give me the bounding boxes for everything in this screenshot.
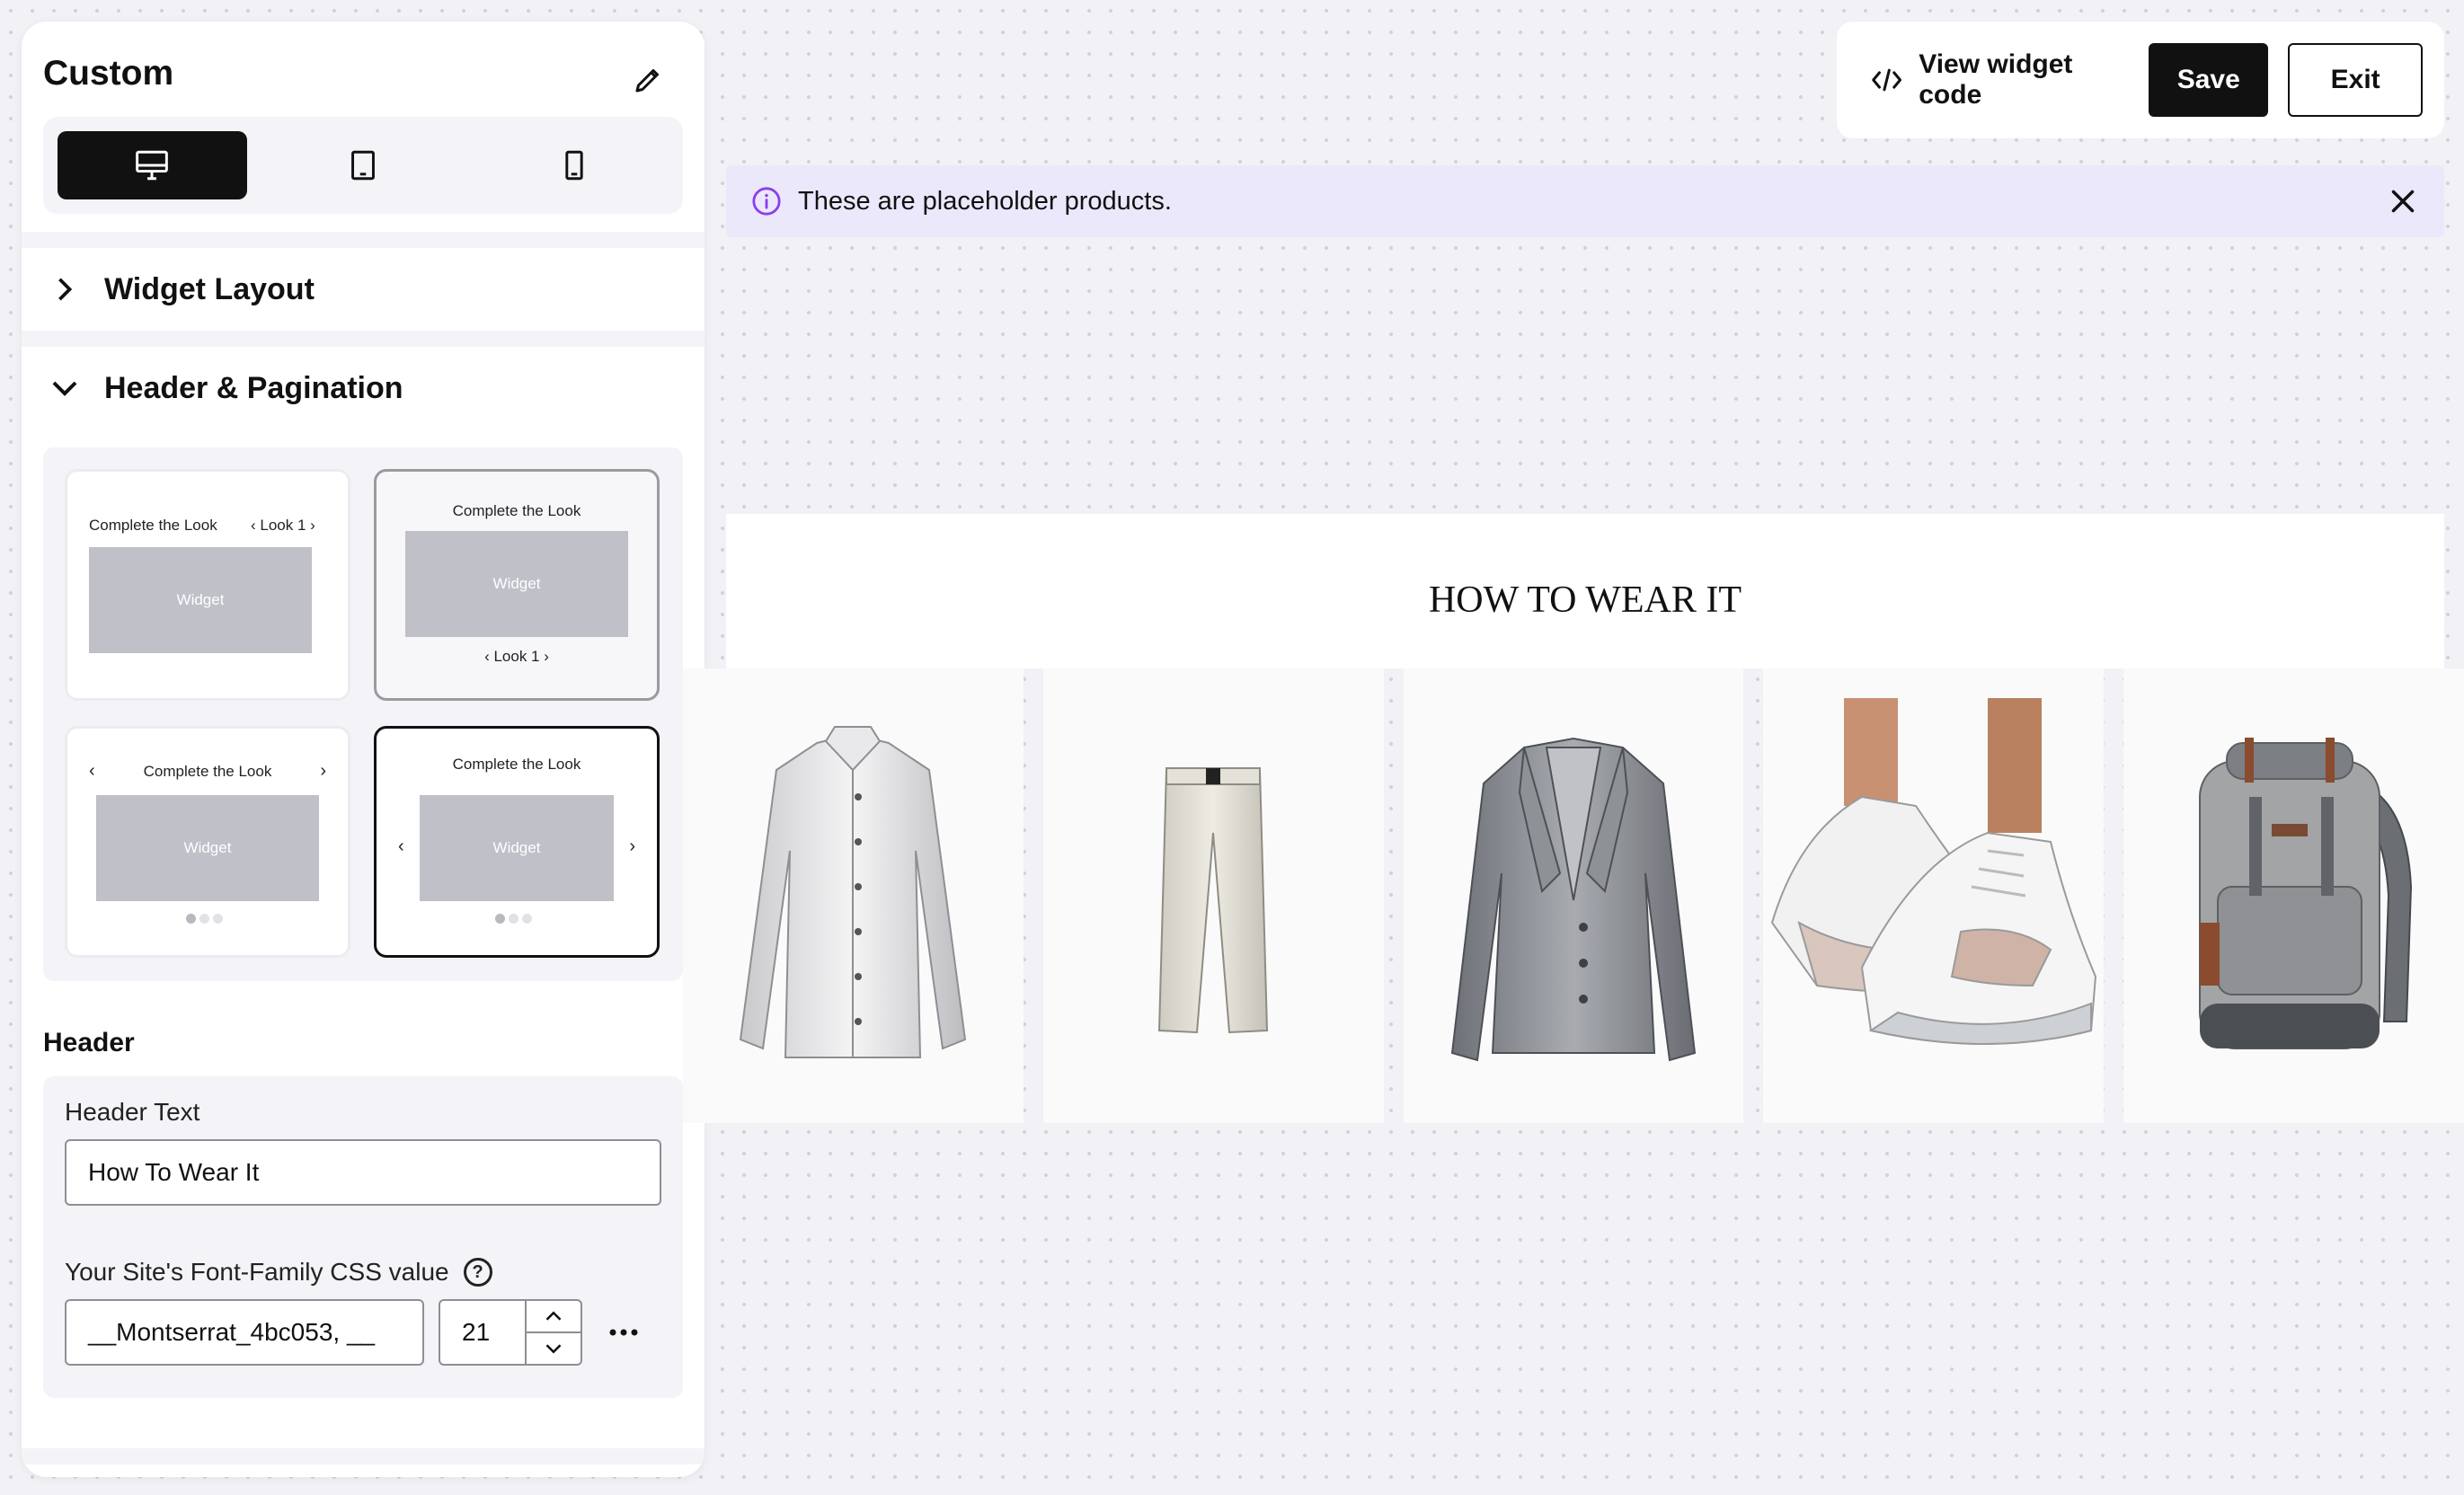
info-icon	[752, 187, 781, 216]
font-size-stepper: 21	[439, 1299, 582, 1366]
product-card-trousers[interactable]	[1042, 668, 1384, 1123]
banner-message: These are placeholder products.	[798, 186, 1172, 216]
divider	[22, 331, 705, 347]
sidebar-title: Custom	[43, 54, 174, 93]
more-icon	[609, 1329, 638, 1336]
layout-option-widget: Widget	[89, 547, 312, 653]
increment-button[interactable]	[527, 1301, 581, 1333]
chevron-down-icon	[545, 1344, 562, 1354]
pencil-icon	[635, 69, 659, 93]
top-actions: View widget code Save Exit	[1837, 22, 2444, 138]
product-card-sneakers[interactable]	[1763, 668, 2105, 1123]
section-title-header-pagination: Header & Pagination	[104, 370, 403, 405]
shirt-image	[740, 726, 967, 1058]
device-toggle	[43, 117, 683, 214]
layout-option-widget: Widget	[420, 795, 614, 901]
layout-option-pagination: ‹ Look 1 ›	[484, 648, 549, 665]
help-icon[interactable]: ?	[463, 1258, 492, 1287]
chevron-right-icon: ›	[320, 761, 326, 781]
divider	[22, 232, 705, 248]
product-card-jacket[interactable]	[1403, 668, 1744, 1123]
trousers-image	[1158, 767, 1269, 1034]
layout-option-widget: Widget	[405, 531, 628, 637]
section-widget-layout[interactable]: Widget Layout	[22, 248, 705, 331]
close-icon	[2391, 190, 2415, 213]
code-icon	[1872, 68, 1902, 92]
widget-preview-products	[683, 668, 2464, 1123]
banner-close-button[interactable]	[2385, 183, 2421, 219]
layout-option-title-center-pagination-bottom[interactable]: Complete the Look Widget ‹ Look 1 ›	[374, 469, 660, 701]
layout-option-widget: Widget	[96, 795, 319, 901]
product-card-shirt[interactable]	[683, 668, 1024, 1123]
view-widget-code-label: View widget code	[1919, 49, 2073, 110]
pagination-label: Look 1	[260, 517, 306, 534]
pagination-dots	[186, 914, 223, 924]
header-layout-options: Complete the Look ‹ Look 1 › Widget Comp…	[43, 447, 683, 981]
header-text-label: Header Text	[65, 1098, 661, 1127]
mobile-icon	[565, 150, 583, 181]
chevron-up-icon	[545, 1311, 562, 1321]
device-tablet-button[interactable]	[269, 131, 458, 199]
layout-option-side-arrows-dots[interactable]: Complete the Look ‹ Widget ›	[374, 726, 660, 958]
pagination-dots	[495, 914, 532, 924]
view-widget-code-button[interactable]: View widget code	[1858, 43, 2129, 117]
sneakers-image	[1771, 698, 2097, 1045]
header-text-input[interactable]: How To Wear It	[65, 1139, 661, 1206]
placeholder-banner: These are placeholder products.	[726, 165, 2444, 237]
save-button[interactable]: Save	[2149, 43, 2269, 117]
layout-option-title-top-pagination-right[interactable]: Complete the Look ‹ Look 1 › Widget	[65, 469, 350, 701]
edit-title-button[interactable]	[627, 59, 669, 101]
product-card-backpack[interactable]	[2123, 668, 2464, 1123]
layout-option-title: Complete the Look	[452, 502, 581, 519]
widget-preview-header: HOW TO WEAR IT	[726, 514, 2444, 668]
layout-option-pagination: ‹ Look 1 ›	[251, 517, 315, 534]
jacket-image	[1450, 737, 1696, 1062]
decrement-button[interactable]	[527, 1333, 581, 1364]
header-text-label-text: Header Text	[65, 1098, 200, 1126]
layout-option-title: Complete the Look	[89, 517, 217, 534]
section-header-pagination[interactable]: Header & Pagination	[22, 347, 705, 429]
font-family-label: Your Site's Font-Family CSS value ?	[65, 1258, 661, 1287]
exit-button[interactable]: Exit	[2288, 43, 2423, 117]
section-title-widget-layout: Widget Layout	[104, 271, 315, 306]
stepper-arrows	[527, 1301, 581, 1364]
font-family-input[interactable]: __Montserrat_4bc053, __	[65, 1299, 424, 1366]
chevron-left-icon: ‹	[398, 836, 404, 856]
widget-preview-title: HOW TO WEAR IT	[1428, 579, 1742, 621]
device-desktop-button[interactable]	[58, 131, 247, 199]
chevron-right-icon: ›	[629, 836, 635, 856]
layout-option-arrows-header-dots[interactable]: ‹ Complete the Look › Widget	[65, 726, 350, 958]
layout-option-title: Complete the Look	[452, 756, 581, 773]
font-row: __Montserrat_4bc053, __ 21	[65, 1299, 661, 1366]
header-form: Header Text How To Wear It Your Site's F…	[43, 1076, 683, 1398]
layout-option-title: Complete the Look	[143, 763, 272, 780]
font-family-label-text: Your Site's Font-Family CSS value	[65, 1258, 449, 1286]
more-options-button[interactable]	[597, 1305, 651, 1359]
chevron-right-icon	[47, 271, 83, 307]
tablet-icon	[351, 150, 375, 181]
desktop-icon	[136, 150, 169, 181]
device-mobile-button[interactable]	[479, 131, 669, 199]
settings-sidebar: Custom Widget Layout Header & Pagination	[22, 22, 705, 1477]
chevron-down-icon	[47, 370, 83, 406]
pagination-label: Look 1	[493, 648, 540, 665]
header-subheading: Header	[43, 1028, 135, 1057]
backpack-image	[2198, 738, 2412, 1049]
divider	[22, 1448, 705, 1464]
font-size-input[interactable]: 21	[440, 1301, 527, 1364]
sidebar-top: Custom	[22, 22, 705, 214]
